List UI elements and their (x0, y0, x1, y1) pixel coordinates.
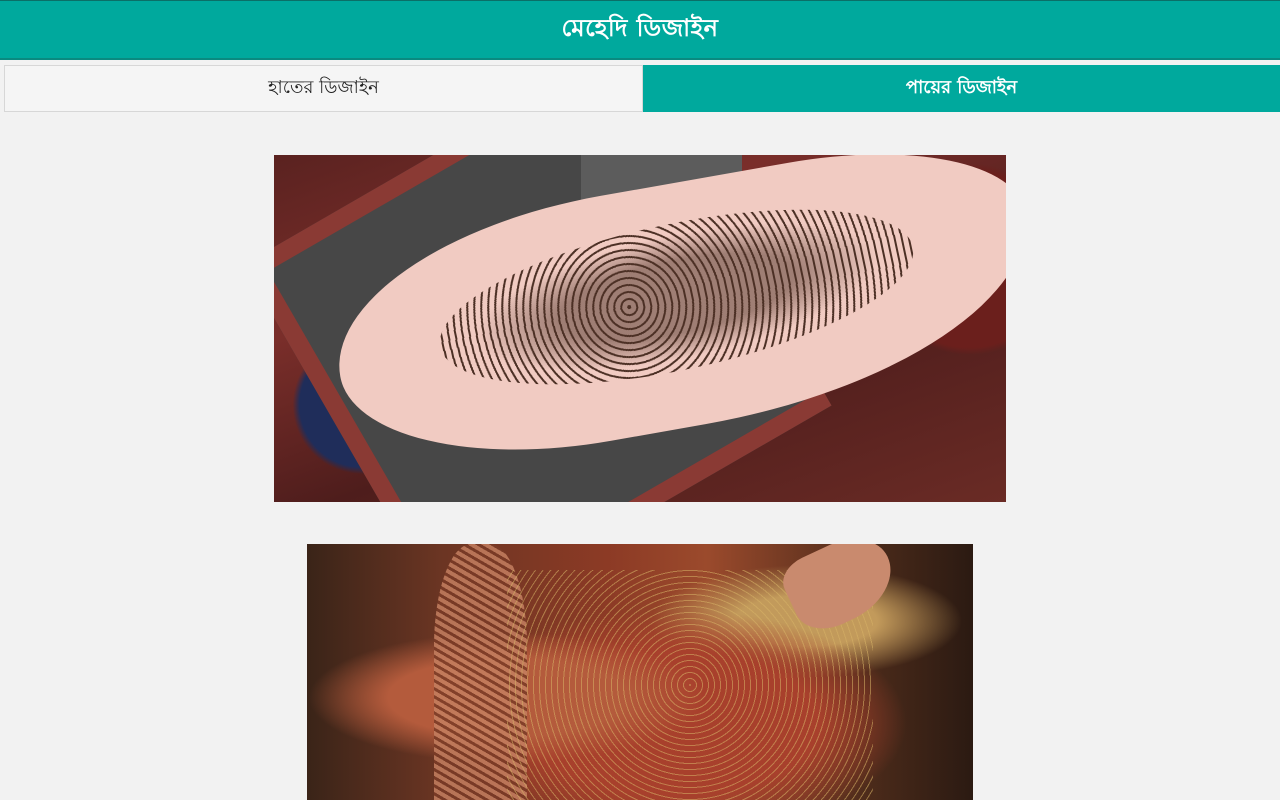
app-bar: মেহেদি ডিজাইন (0, 0, 1280, 60)
design-gallery[interactable] (0, 112, 1280, 800)
tab-hand-designs[interactable]: হাতের ডিজাইন (4, 65, 643, 112)
design-tabs: হাতের ডিজাইন পায়ের ডিজাইন (4, 65, 1280, 112)
foot-henna-image[interactable] (274, 155, 1006, 502)
hands-henna-image[interactable] (307, 544, 973, 800)
tab-foot-designs[interactable]: পায়ের ডিজাইন (643, 65, 1280, 112)
app-title: মেহেদি ডিজাইন (561, 13, 719, 42)
